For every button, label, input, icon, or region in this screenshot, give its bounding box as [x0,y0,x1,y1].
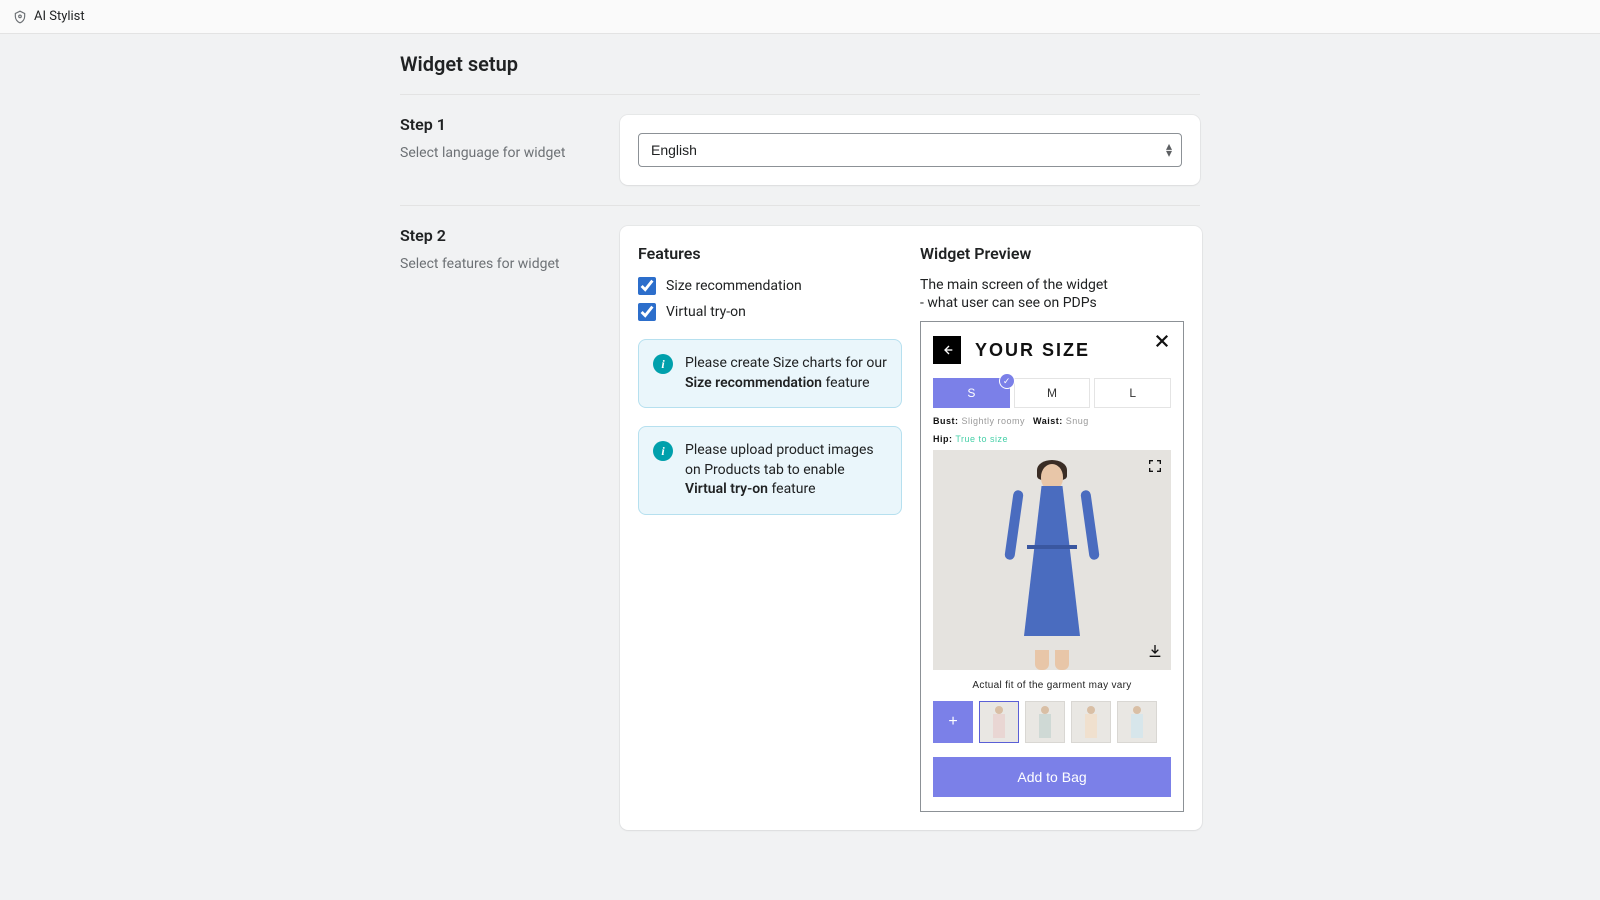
top-bar: AI Stylist [0,0,1600,34]
widget-image-wrap [933,450,1171,670]
banner-virtual-tryon-text: Please upload product images on Products… [685,441,887,500]
brand-label: AI Stylist [34,9,85,24]
widget-thumb-2[interactable] [1025,701,1065,743]
widget-thumb-add[interactable]: + [933,701,973,743]
step-2-row: Step 2 Select features for widget Featur… [400,206,1200,850]
brand-shield-icon [12,9,28,25]
step-1-row: Step 1 Select language for widget Englis… [400,95,1200,206]
widget-thumb-1[interactable] [979,701,1019,743]
widget-download-button[interactable] [1147,643,1163,662]
close-icon [1153,332,1171,350]
features-card: Features Size recommendation Virtual try… [620,226,1202,830]
widget-size-m[interactable]: M [1014,378,1091,408]
step-1-subtitle: Select language for widget [400,144,600,164]
feature-row-size-recommendation: Size recommendation [638,277,902,295]
preview-sub-2: - what user can see on PDPs [920,295,1184,311]
widget-fit-row: Bust: Slightly roomy Waist: Snug Hip: Tr… [933,416,1171,444]
widget-title: YOUR SIZE [975,340,1090,361]
widget-size-l[interactable]: L [1094,378,1171,408]
widget-close-button[interactable] [1153,330,1171,356]
widget-size-s[interactable]: S [933,378,1010,408]
feature-checkbox-virtual-tryon[interactable] [638,303,656,321]
info-icon: i [653,354,673,374]
widget-thumb-row: + [933,701,1171,743]
step-2-title: Step 2 [400,226,600,245]
widget-thumb-3[interactable] [1071,701,1111,743]
feature-label-virtual-tryon: Virtual try-on [666,304,746,320]
widget-back-button[interactable] [933,336,961,364]
feature-label-size-recommendation: Size recommendation [666,278,802,294]
widget-size-row: S M L [933,378,1171,408]
features-column: Features Size recommendation Virtual try… [638,244,902,812]
feature-checkbox-size-recommendation[interactable] [638,277,656,295]
widget-expand-button[interactable] [1147,458,1163,477]
expand-icon [1147,458,1163,474]
widget-thumb-4[interactable] [1117,701,1157,743]
feature-row-virtual-tryon: Virtual try-on [638,303,902,321]
step-1-title: Step 1 [400,115,600,134]
banner-size-charts: i Please create Size charts for our Size… [638,339,902,408]
page-title: Widget setup [400,52,1200,95]
arrow-left-icon [939,342,955,358]
widget-model-image [933,450,1171,670]
widget-header: YOUR SIZE [933,336,1171,364]
features-title: Features [638,244,902,263]
banner-virtual-tryon: i Please upload product images on Produc… [638,426,902,515]
info-icon: i [653,441,673,461]
preview-title: Widget Preview [920,244,1184,263]
preview-column: Widget Preview The main screen of the wi… [920,244,1184,812]
download-icon [1147,643,1163,659]
language-card: English ▴▾ [620,115,1200,185]
preview-sub-1: The main screen of the widget [920,277,1184,293]
widget-caption: Actual fit of the garment may vary [933,680,1171,691]
widget-add-to-bag-button[interactable]: Add to Bag [933,757,1171,797]
language-select[interactable]: English [638,133,1182,167]
step-1-left: Step 1 Select language for widget [400,115,620,185]
step-2-subtitle: Select features for widget [400,255,600,275]
widget-preview-box: YOUR SIZE S M L Bust: [920,321,1184,812]
page-container: Widget setup Step 1 Select language for … [400,34,1200,850]
banner-size-charts-text: Please create Size charts for our Size r… [685,354,887,393]
step-2-left: Step 2 Select features for widget [400,226,620,830]
